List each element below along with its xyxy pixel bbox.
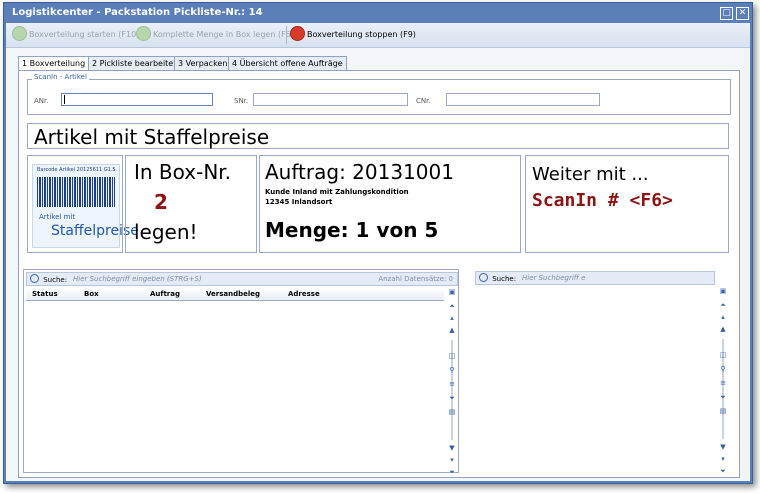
filter-icon[interactable]: ⏷ bbox=[719, 393, 727, 401]
cnr-input[interactable] bbox=[446, 93, 600, 106]
artikel-title: Artikel mit Staffelpreise bbox=[27, 123, 729, 149]
left-search-bar: Suche: Hier Suchbegriff eingeben (STRG+S… bbox=[26, 272, 458, 286]
left-grid-panel: Suche: Hier Suchbegriff eingeben (STRG+S… bbox=[23, 269, 459, 476]
anr-label: ANr. bbox=[34, 97, 49, 105]
auftrag-address: 12345 Inlandsort bbox=[265, 198, 333, 206]
snr-input[interactable] bbox=[253, 93, 408, 106]
tab-verpacken[interactable]: 3 Verpacken bbox=[174, 56, 232, 70]
tab-panel-boxverteilung: ScanIn - Artikel ANr. SNr. CNr. Artikel … bbox=[18, 70, 740, 478]
prev-record-icon[interactable]: ▲ bbox=[719, 325, 727, 333]
tab-pickliste-bearbeiten[interactable]: 2 Pickliste bearbeiten bbox=[88, 56, 183, 70]
anr-input[interactable] bbox=[61, 93, 213, 106]
article-image-panel: Barcode Artikel 20125611 G1.5 Artikel mi… bbox=[27, 155, 139, 253]
grid-header: Status Box Auftrag Versandbeleg Adresse bbox=[26, 288, 444, 301]
search-icon[interactable]: ⚲ bbox=[448, 366, 456, 374]
green-arrow-icon bbox=[136, 26, 151, 41]
search-icon bbox=[30, 274, 39, 283]
barcode-caption-line1: Artikel mit bbox=[39, 213, 76, 221]
page-down-icon[interactable]: ▾ bbox=[719, 455, 727, 463]
weiter-line2: ScanIn # <F6> bbox=[532, 190, 673, 211]
first-record-icon[interactable]: ⏶ bbox=[719, 301, 727, 309]
box-number: 2 bbox=[154, 190, 168, 214]
left-grid-scroll-toolbar: ▣ ⏶ ▴ ▲ ◫ ⚲ ≡ ⏷ ▤ ▼ ▾ ⏷ bbox=[446, 286, 458, 476]
barcode-text: Barcode Artikel 20125611 G1.5 bbox=[37, 167, 116, 173]
window-title: Logistikcenter - Packstation Pickliste-N… bbox=[12, 7, 263, 18]
box-panel: In Box-Nr. 2 legen! bbox=[125, 155, 257, 253]
record-count: Anzahl Datensätze: 0 bbox=[378, 275, 453, 283]
first-record-icon[interactable]: ⏶ bbox=[448, 302, 456, 310]
weiter-panel: Weiter mit ... ScanIn # <F6> bbox=[525, 155, 729, 253]
page-up-icon[interactable]: ▴ bbox=[719, 313, 727, 321]
box-line1: In Box-Nr. bbox=[134, 160, 232, 184]
last-record-icon[interactable]: ⏷ bbox=[448, 468, 456, 476]
cnr-label: CNr. bbox=[416, 97, 431, 105]
auftrag-title: Auftrag: 20131001 bbox=[265, 160, 454, 184]
client-area: Boxverteilung starten (F10) Komplette Me… bbox=[6, 23, 750, 481]
toolbar-separator bbox=[286, 26, 287, 44]
column-box[interactable]: Box bbox=[84, 288, 99, 300]
export-icon[interactable]: ≡ bbox=[719, 379, 727, 387]
left-search-input[interactable]: Hier Suchbegriff eingeben (STRG+S) bbox=[73, 273, 202, 285]
main-window: Logistikcenter - Packstation Pickliste-N… bbox=[3, 2, 753, 484]
last-record-icon[interactable]: ⏷ bbox=[719, 467, 727, 475]
box-line3: legen! bbox=[134, 220, 198, 244]
snr-label: SNr. bbox=[234, 97, 249, 105]
boxverteilung-starten-label: Boxverteilung starten (F10) bbox=[29, 30, 140, 39]
prev-record-icon[interactable]: ▲ bbox=[448, 326, 456, 334]
filter-icon[interactable]: ⏷ bbox=[448, 394, 456, 402]
left-search-label: Suche: bbox=[43, 276, 68, 284]
right-search-label: Suche: bbox=[492, 275, 517, 283]
text-caret bbox=[64, 95, 65, 104]
columns-icon[interactable]: ◫ bbox=[448, 352, 456, 360]
print-icon[interactable]: ▤ bbox=[719, 407, 727, 415]
scanin-legend: ScanIn - Artikel bbox=[32, 73, 89, 81]
article-barcode-image: Barcode Artikel 20125611 G1.5 Artikel mi… bbox=[32, 164, 139, 248]
column-auftrag[interactable]: Auftrag bbox=[150, 288, 180, 300]
boxverteilung-stoppen-label: Boxverteilung stoppen (F9) bbox=[307, 30, 416, 39]
auftrag-menge: Menge: 1 von 5 bbox=[265, 218, 439, 242]
column-versandbeleg[interactable]: Versandbeleg bbox=[206, 288, 260, 300]
title-bar: Logistikcenter - Packstation Pickliste-N… bbox=[4, 3, 752, 23]
next-record-icon[interactable]: ▼ bbox=[719, 443, 727, 451]
next-record-icon[interactable]: ▼ bbox=[448, 444, 456, 452]
columns-icon[interactable]: ◫ bbox=[719, 351, 727, 359]
green-circle-icon bbox=[12, 26, 27, 41]
right-search-input[interactable]: Hier Suchbegriff e bbox=[522, 272, 585, 284]
boxverteilung-starten-button[interactable]: Boxverteilung starten (F10) bbox=[12, 26, 140, 43]
right-grid-scroll-toolbar: ▣ ⏶ ▴ ▲ ◫ ⚲ ≡ ⏷ ▤ ▼ ▾ ⏷ bbox=[717, 285, 729, 475]
weiter-line1: Weiter mit ... bbox=[532, 164, 649, 185]
search-icon[interactable]: ⚲ bbox=[719, 365, 727, 373]
right-grid-panel: Suche: Hier Suchbegriff e ▣ ⏶ ▴ ▲ ◫ ⚲ ≡ … bbox=[473, 269, 729, 475]
auftrag-panel: Auftrag: 20131001 Kunde Inland mit Zahlu… bbox=[259, 155, 521, 253]
barcode-bars bbox=[37, 177, 115, 207]
close-icon[interactable]: ✕ bbox=[736, 7, 749, 20]
boxverteilung-stoppen-button[interactable]: Boxverteilung stoppen (F9) bbox=[290, 26, 416, 43]
auftrag-customer: Kunde Inland mit Zahlungskondition bbox=[265, 188, 409, 196]
copy-icon[interactable]: ▣ bbox=[448, 288, 456, 296]
print-icon[interactable]: ▤ bbox=[448, 408, 456, 416]
search-icon bbox=[479, 273, 488, 282]
column-status[interactable]: Status bbox=[32, 288, 58, 300]
tab-boxverteilung[interactable]: 1 Boxverteilung bbox=[18, 56, 90, 71]
stop-icon bbox=[290, 26, 305, 41]
right-search-bar: Suche: Hier Suchbegriff e bbox=[475, 271, 715, 285]
copy-icon[interactable]: ▣ bbox=[719, 287, 727, 295]
komplette-menge-label: Komplette Menge in Box legen (F6) bbox=[153, 30, 294, 39]
restore-icon[interactable]: ▢ bbox=[720, 7, 733, 20]
page-up-icon[interactable]: ▴ bbox=[448, 314, 456, 322]
scanin-group: ScanIn - Artikel ANr. SNr. CNr. bbox=[27, 73, 731, 115]
export-icon[interactable]: ≡ bbox=[448, 380, 456, 388]
komplette-menge-button[interactable]: Komplette Menge in Box legen (F6) bbox=[136, 26, 294, 43]
page-down-icon[interactable]: ▾ bbox=[448, 456, 456, 464]
toolbar: Boxverteilung starten (F10) Komplette Me… bbox=[6, 23, 750, 48]
column-adresse[interactable]: Adresse bbox=[288, 288, 320, 300]
tab-uebersicht-offene-auftraege[interactable]: 4 Übersicht offene Aufträge bbox=[228, 56, 347, 70]
